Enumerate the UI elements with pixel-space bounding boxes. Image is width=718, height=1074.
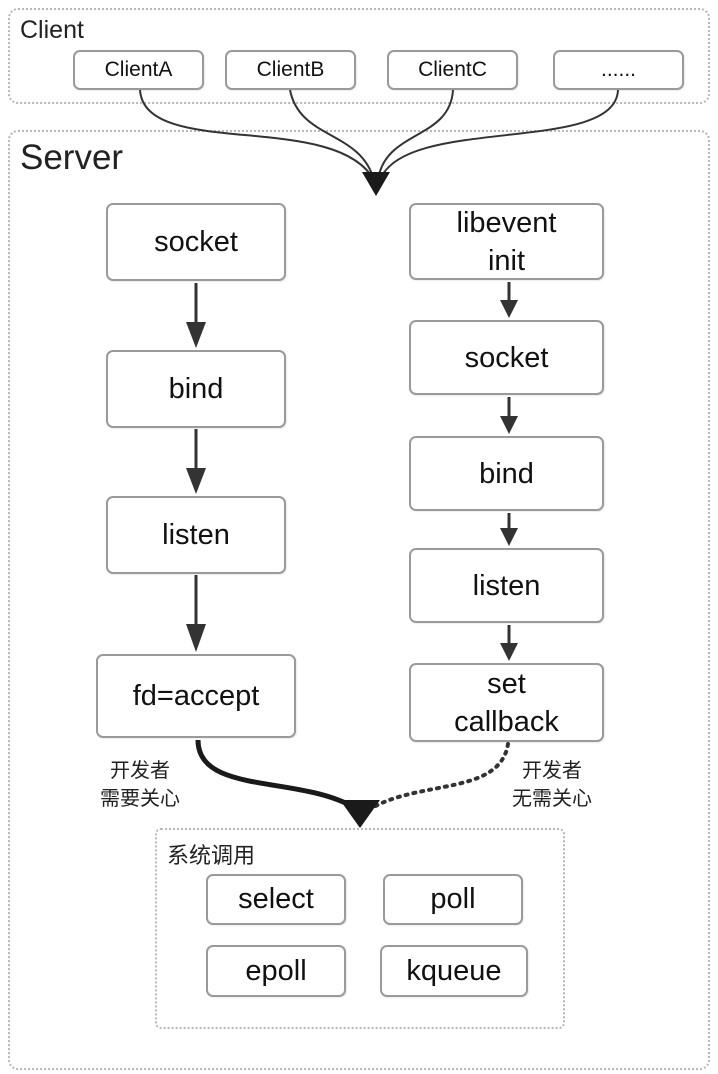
plain-arrow-3-head <box>186 624 206 652</box>
libevent-arrow-1-head <box>500 300 518 318</box>
plain-arrow-2-head <box>186 468 206 494</box>
client-merge-arrowhead <box>362 172 390 196</box>
libevent-arrow-4-head <box>500 643 518 661</box>
connector-layer <box>139 89 619 828</box>
libevent-arrow-2-head <box>500 416 518 434</box>
libevent-arrow-3-head <box>500 528 518 546</box>
client-b-connector <box>289 89 375 181</box>
callback-to-syscall-connector <box>370 742 510 810</box>
accept-to-syscall-connector <box>195 739 357 811</box>
plain-arrow-1-head <box>186 322 206 348</box>
syscall-merge-arrowhead <box>340 800 380 828</box>
client-a-connector <box>139 89 375 181</box>
